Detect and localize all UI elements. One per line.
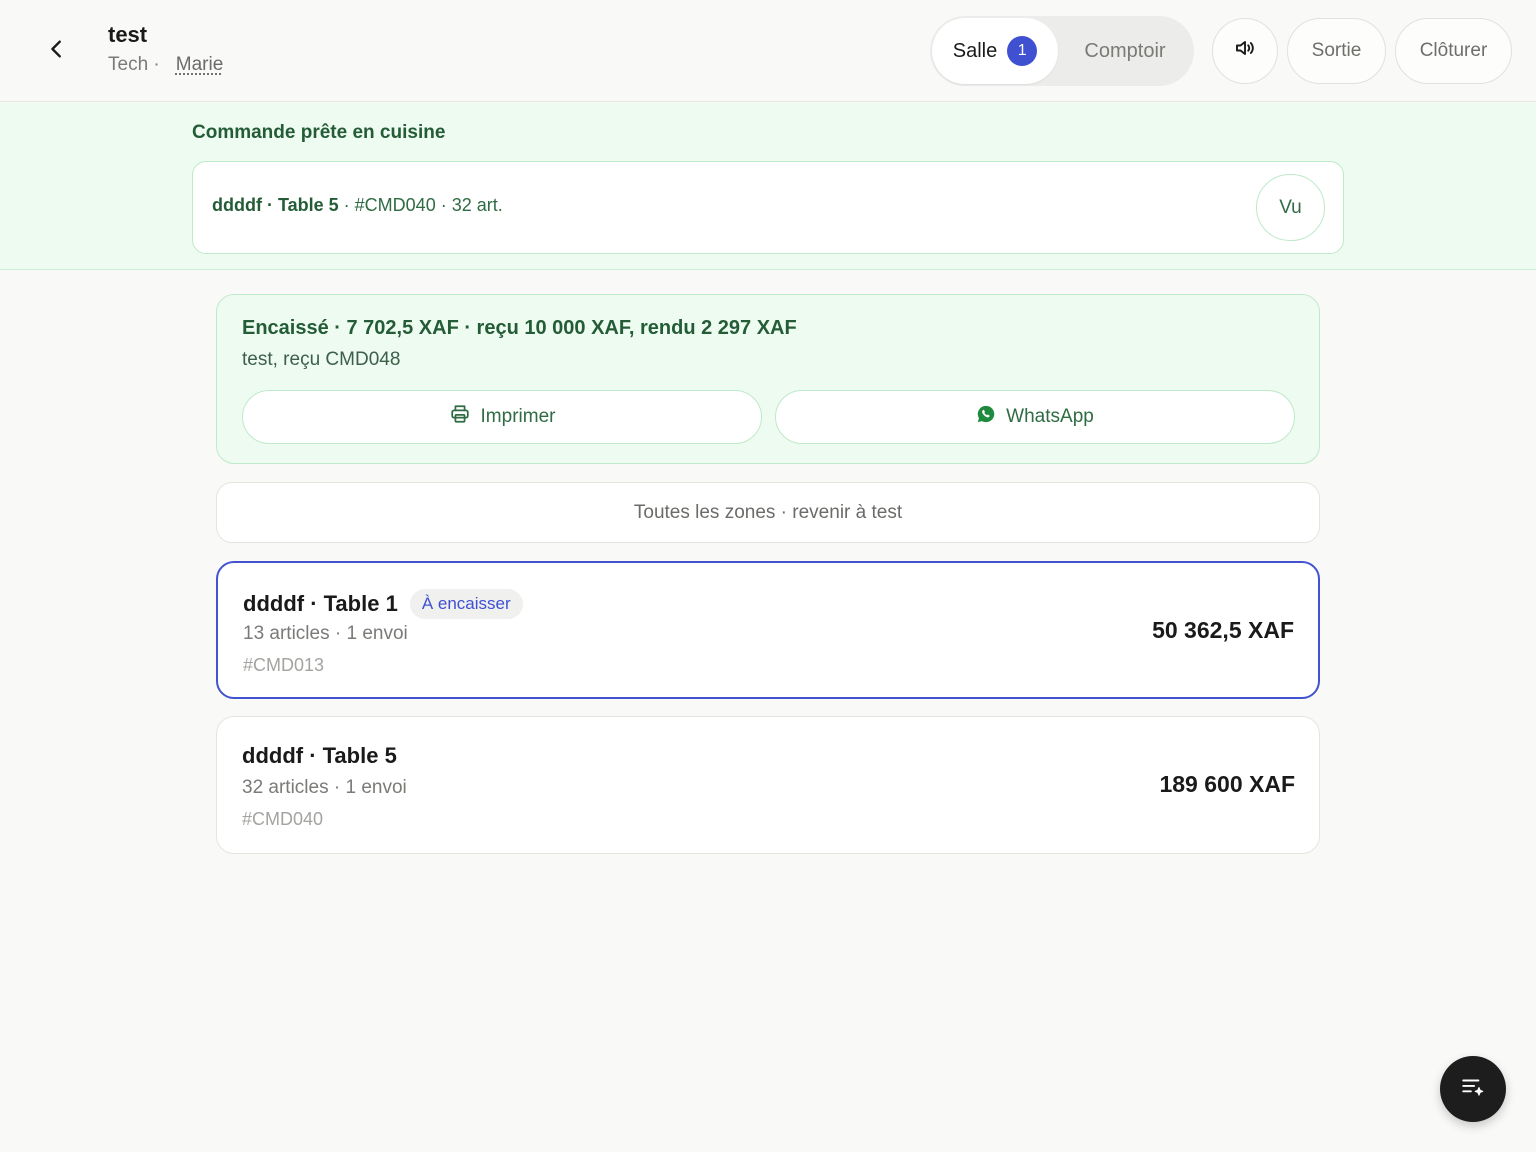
whatsapp-icon: [976, 404, 996, 430]
salle-count-badge: 1: [1007, 36, 1038, 66]
order-amount: 189 600 XAF: [1159, 771, 1295, 797]
whatsapp-button[interactable]: WhatsApp: [775, 390, 1295, 444]
payment-summary: Encaissé · 7 702,5 XAF · reçu 10 000 XAF…: [242, 317, 797, 339]
status-badge: À encaisser: [409, 589, 523, 619]
assistant-fab-button[interactable]: [1440, 1056, 1506, 1122]
cloturer-button[interactable]: Clôturer: [1395, 18, 1512, 84]
seen-button[interactable]: Vu: [1256, 174, 1325, 241]
order-meta: 32 articles · 1 envoi: [242, 777, 407, 798]
kitchen-ready-order: ddddf · Table 5 · #CMD040 · 32 art. Vu: [192, 161, 1344, 254]
order-card[interactable]: ddddf · Table 1 À encaisser 13 articles …: [216, 561, 1320, 699]
back-button[interactable]: [36, 30, 78, 72]
kitchen-banner-title: Commande prête en cuisine: [192, 122, 446, 143]
tab-salle[interactable]: Salle 1: [932, 18, 1058, 84]
order-ref: #CMD040: [242, 809, 324, 829]
payment-receipt: test, reçu CMD048: [242, 349, 401, 370]
kitchen-order-line: ddddf · Table 5 · #CMD040 · 32 art.: [212, 195, 503, 216]
order-amount: 50 362,5 XAF: [1152, 617, 1294, 643]
kitchen-ready-banner: Commande prête en cuisine ddddf · Table …: [0, 103, 1536, 270]
print-button[interactable]: Imprimer: [242, 390, 762, 444]
sound-button[interactable]: [1212, 18, 1278, 84]
print-label: Imprimer: [480, 406, 556, 427]
all-zones-button[interactable]: Toutes les zones · revenir à test: [216, 482, 1320, 543]
printer-icon: [449, 403, 471, 431]
page-subtitle: Tech · Marie: [108, 54, 223, 76]
order-title: ddddf · Table 5: [242, 743, 397, 768]
user-link[interactable]: Marie: [176, 54, 224, 76]
kitchen-order-details: · #CMD040 · 32 art.: [338, 195, 503, 215]
page-title: test: [108, 22, 148, 47]
tab-salle-label: Salle: [952, 39, 998, 62]
kitchen-order-table: ddddf · Table 5: [212, 195, 339, 215]
tab-comptoir-label: Comptoir: [1084, 39, 1166, 62]
order-title-row: ddddf · Table 1 À encaisser: [243, 589, 523, 619]
top-bar: test Tech · Marie Salle 1 Comptoir Sorti…: [0, 0, 1536, 102]
order-title-row: ddddf · Table 5: [242, 743, 397, 769]
speaker-icon: [1233, 36, 1257, 66]
order-meta: 13 articles · 1 envoi: [243, 623, 408, 644]
mode-switch: Salle 1 Comptoir: [930, 16, 1194, 86]
payment-confirmation: Encaissé · 7 702,5 XAF · reçu 10 000 XAF…: [216, 294, 1320, 464]
order-card[interactable]: ddddf · Table 5 32 articles · 1 envoi #C…: [216, 716, 1320, 854]
sortie-button[interactable]: Sortie: [1287, 18, 1386, 84]
whatsapp-label: WhatsApp: [1006, 406, 1094, 427]
order-title: ddddf · Table 1: [243, 591, 398, 616]
chevron-left-icon: [46, 38, 68, 65]
order-ref: #CMD013: [243, 655, 325, 675]
tab-comptoir[interactable]: Comptoir: [1058, 18, 1192, 84]
list-sparkle-icon: [1460, 1074, 1486, 1105]
subtitle-prefix: Tech ·: [108, 54, 160, 75]
